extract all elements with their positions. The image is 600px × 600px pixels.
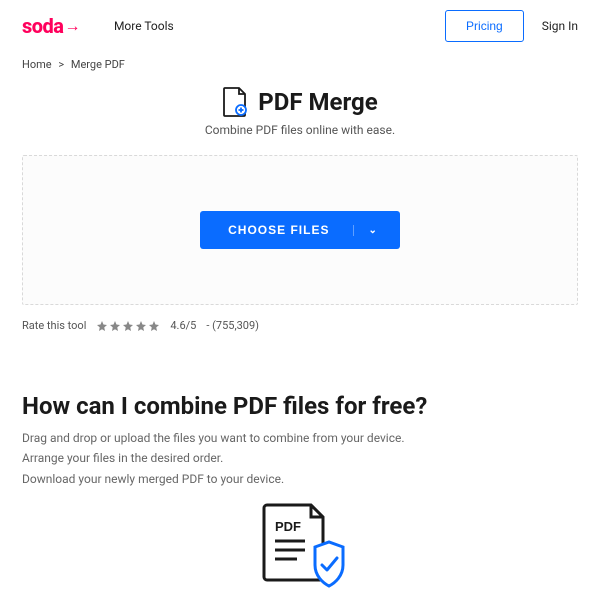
page-subtitle: Combine PDF files online with ease.	[0, 123, 600, 137]
page-title: PDF Merge	[258, 88, 377, 116]
pdf-shield-icon: PDF	[245, 499, 355, 589]
star-icon[interactable]	[135, 320, 147, 332]
rating-score: 4.6/5	[170, 319, 196, 332]
star-icon[interactable]	[109, 320, 121, 332]
header-right: Pricing Sign In	[445, 10, 578, 42]
pdf-illustration: PDF	[0, 499, 600, 589]
star-icon[interactable]	[148, 320, 160, 332]
section-heading: How can I combine PDF files for free?	[0, 392, 600, 420]
sign-in-link[interactable]: Sign In	[542, 19, 578, 33]
svg-text:PDF: PDF	[275, 519, 301, 534]
step-1: Drag and drop or upload the files you wa…	[22, 428, 578, 448]
breadcrumb: Home > Merge PDF	[0, 52, 600, 85]
header: soda → More Tools Pricing Sign In	[0, 0, 600, 52]
rating-stars[interactable]	[96, 320, 160, 332]
breadcrumb-home[interactable]: Home	[22, 58, 52, 71]
breadcrumb-current: Merge PDF	[71, 58, 125, 71]
step-2: Arrange your files in the desired order.	[22, 448, 578, 468]
pdf-merge-icon	[222, 87, 248, 117]
step-3: Download your newly merged PDF to your d…	[22, 469, 578, 489]
header-left: soda → More Tools	[22, 14, 174, 38]
more-tools-menu[interactable]: More Tools	[114, 19, 174, 33]
star-icon[interactable]	[122, 320, 134, 332]
arrow-right-icon: →	[64, 16, 80, 36]
title-row: PDF Merge	[0, 87, 600, 117]
rating-row: Rate this tool 4.6/5 - (755,309)	[0, 305, 600, 392]
section-steps: Drag and drop or upload the files you wa…	[0, 428, 600, 489]
chevron-down-icon[interactable]: ⌄	[353, 225, 377, 236]
rate-label: Rate this tool	[22, 319, 86, 332]
breadcrumb-separator: >	[58, 58, 64, 71]
logo[interactable]: soda →	[22, 14, 80, 38]
star-icon[interactable]	[96, 320, 108, 332]
pricing-button[interactable]: Pricing	[445, 10, 524, 42]
file-dropzone[interactable]: CHOOSE FILES ⌄	[22, 155, 578, 305]
choose-files-label: CHOOSE FILES	[228, 223, 329, 237]
logo-text: soda	[22, 14, 63, 38]
choose-files-button[interactable]: CHOOSE FILES ⌄	[200, 211, 400, 249]
rating-count: - (755,309)	[206, 319, 259, 332]
